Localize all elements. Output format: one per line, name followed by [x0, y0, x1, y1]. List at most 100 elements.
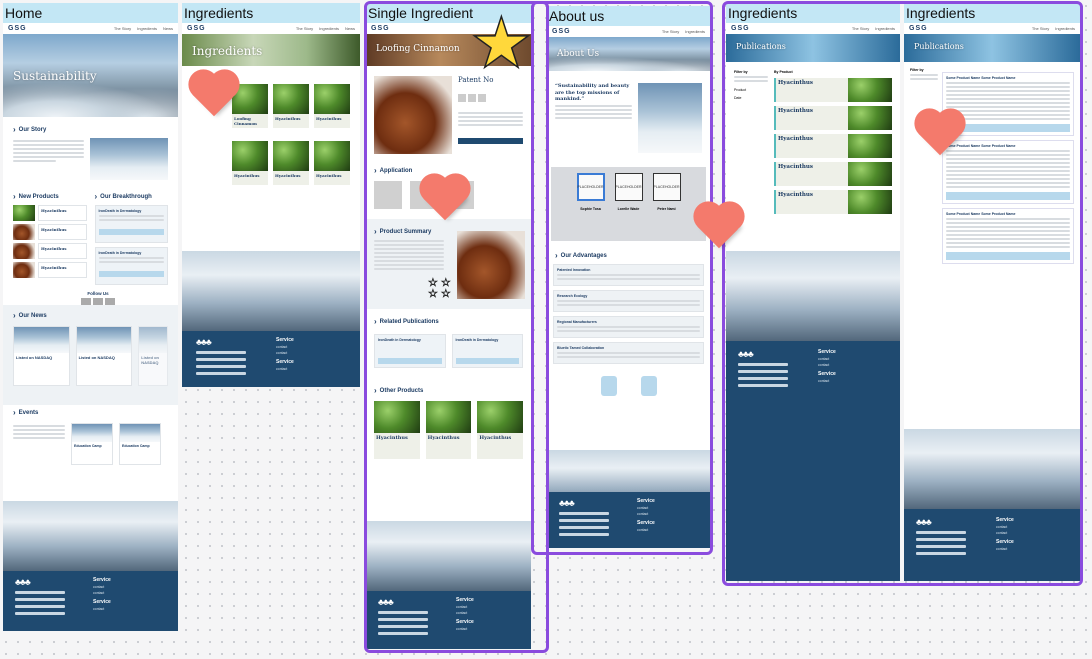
star-reaction-icon: ★ — [469, 4, 533, 82]
news-card[interactable]: Listed on NASDAQ — [75, 326, 133, 386]
top-nav: GSG The Story Ingredients — [904, 23, 1080, 34]
breakthrough-card[interactable]: IronDeath in Dermatology — [94, 205, 168, 243]
nav-link[interactable]: Ingredients — [875, 26, 895, 31]
product-row[interactable]: Hyacinthus — [774, 162, 892, 186]
nav-link[interactable]: The Story — [114, 26, 131, 31]
publication-card[interactable]: IronDeath in Dermatology — [374, 334, 446, 368]
nav-link[interactable]: The Story — [296, 26, 313, 31]
footer-image — [182, 251, 360, 331]
placeholder-image: PLACEHOLDER — [576, 173, 605, 201]
nav-link[interactable]: The Story — [662, 29, 679, 34]
heart-reaction-icon — [697, 200, 741, 249]
product-row[interactable]: Hyacinthus — [774, 106, 892, 130]
breakthrough-card[interactable]: IronDeath in Dermatology — [94, 247, 168, 285]
product-name[interactable]: Hyacinthus — [41, 265, 84, 270]
product-name[interactable]: Hyacinthus — [41, 246, 84, 251]
nav-link[interactable]: The Story — [852, 26, 869, 31]
logo[interactable]: GSG — [909, 25, 928, 32]
nav-link[interactable]: The Story — [1032, 26, 1049, 31]
frame-ingredients-3[interactable]: Ingredients GSG The Story Ingredients Publ… — [904, 3, 1080, 581]
section-heading: Our Story — [13, 125, 168, 134]
top-nav: GSG The Story Ingredients News — [182, 23, 360, 34]
hero-title: Loofing Cinnamon — [376, 44, 460, 54]
hero-image: Publications — [726, 34, 900, 62]
download-button[interactable] — [946, 252, 1070, 260]
product-image — [374, 76, 452, 154]
top-nav: GSG The Story Ingredients News — [3, 23, 178, 34]
section-heading: New Products — [13, 192, 87, 201]
nav-link[interactable]: News — [345, 26, 355, 31]
ingredient-card[interactable]: Hyacinthus — [273, 141, 309, 185]
section-heading: Our Advantages — [555, 251, 702, 260]
footer: ♣♣♣ Service contact contact Service contact — [904, 509, 1080, 581]
frame-title: Ingredients — [906, 5, 976, 21]
product-card[interactable]: Hyacinthus — [425, 401, 472, 459]
nav-link[interactable]: News — [163, 26, 173, 31]
publication-card[interactable]: IronDeath in Dermatology — [451, 334, 523, 368]
event-card[interactable]: Education Camp — [119, 423, 161, 465]
frame-single-ingredient[interactable]: Single Ingredient GSG Loofing Cinnamon P… — [366, 3, 531, 649]
frame-ingredients-2[interactable]: Ingredients GSG The Story Ingredients Publ… — [726, 3, 900, 581]
footer-image — [726, 251, 900, 341]
logo[interactable]: GSG — [552, 28, 571, 35]
frame-about-us[interactable]: About us GSG The Story Ingredients About U… — [547, 6, 710, 548]
event-card[interactable]: Education Camp — [71, 423, 113, 465]
section-heading: Our Breakthrough — [95, 192, 169, 201]
frame-ingredients[interactable]: Ingredients GSG The Story Ingredients News … — [182, 3, 360, 387]
product-row[interactable]: Hyacinthus — [774, 190, 892, 214]
hero-title: About Us — [557, 49, 600, 59]
ingredient-card[interactable]: Hyacinthus — [232, 141, 268, 185]
ingredient-card[interactable]: Hyacinthus — [314, 84, 350, 128]
news-card[interactable]: Listed on NASDAQ — [13, 326, 70, 386]
publication-group: Some Product Name Some Product Name — [942, 208, 1074, 264]
frame-title: Ingredients — [184, 5, 254, 21]
footer: ♣♣♣ Service contact contact Service contact — [726, 341, 900, 581]
ingredient-card[interactable]: Hyacinthus — [273, 84, 309, 128]
hero-title: Sustainability — [13, 69, 97, 83]
logo[interactable]: GSG — [8, 25, 27, 32]
story-image — [90, 138, 168, 180]
hero-image: Sustainability — [3, 34, 178, 117]
frame-title: Home — [5, 5, 43, 21]
download-button[interactable] — [946, 192, 1070, 200]
footer: ♣♣♣ Service contact contact Service contact — [3, 571, 178, 631]
small-stars-icon: ☆ ☆ ☆ ☆ — [428, 277, 451, 300]
news-card[interactable]: Listed on NASDAQ — [138, 326, 168, 386]
hero-title: Publications — [736, 42, 786, 51]
product-name[interactable]: Hyacinthus — [41, 227, 84, 232]
frame-home[interactable]: Home GSG The Story Ingredients News Sustain… — [3, 3, 178, 631]
section-heading: Related Publications — [374, 317, 523, 326]
product-name[interactable]: Hyacinthus — [41, 208, 84, 213]
logo[interactable]: GSG — [187, 25, 206, 32]
footer-image — [904, 429, 1080, 509]
hero-title: Ingredients — [192, 44, 263, 58]
frame-title: About us — [549, 8, 605, 24]
top-nav: GSG The Story Ingredients — [547, 26, 710, 37]
nav-link[interactable]: Ingredients — [137, 26, 157, 31]
logo[interactable]: GSG — [371, 25, 390, 32]
hero-image: About Us — [547, 37, 710, 71]
heart-reaction-icon — [192, 68, 236, 117]
product-card[interactable]: Hyacinthus — [477, 401, 524, 459]
hero-image: Ingredients — [182, 34, 360, 66]
logo[interactable]: GSG — [731, 25, 750, 32]
footer: ♣♣♣ Service contact contact Service contact — [366, 591, 531, 649]
hero-image: Publications — [904, 34, 1080, 62]
footer: ♣♣♣ Service contact contact Service contact — [182, 331, 360, 387]
nav-link[interactable]: Ingredients — [1055, 26, 1075, 31]
footer-image — [366, 521, 531, 591]
section-heading: Other Products — [374, 386, 523, 395]
placeholder-image: PLACEHOLDER — [652, 173, 681, 201]
top-nav: GSG The Story Ingredients — [726, 23, 900, 34]
nav-link[interactable]: Ingredients — [319, 26, 339, 31]
hero-title: Publications — [914, 42, 964, 51]
product-row[interactable]: Hyacinthus — [774, 134, 892, 158]
product-card[interactable]: Hyacinthus — [374, 401, 420, 459]
product-row[interactable]: Hyacinthus — [774, 78, 892, 102]
frame-title: Ingredients — [728, 5, 798, 21]
nav-link[interactable]: Ingredients — [685, 29, 705, 34]
footer: ♣♣♣ Service contact contact Service contact — [547, 492, 710, 548]
ingredient-card[interactable]: Hyacinthus — [314, 141, 350, 185]
section-heading: Our News — [13, 311, 168, 320]
placeholder-image: PLACEHOLDER — [614, 173, 643, 201]
